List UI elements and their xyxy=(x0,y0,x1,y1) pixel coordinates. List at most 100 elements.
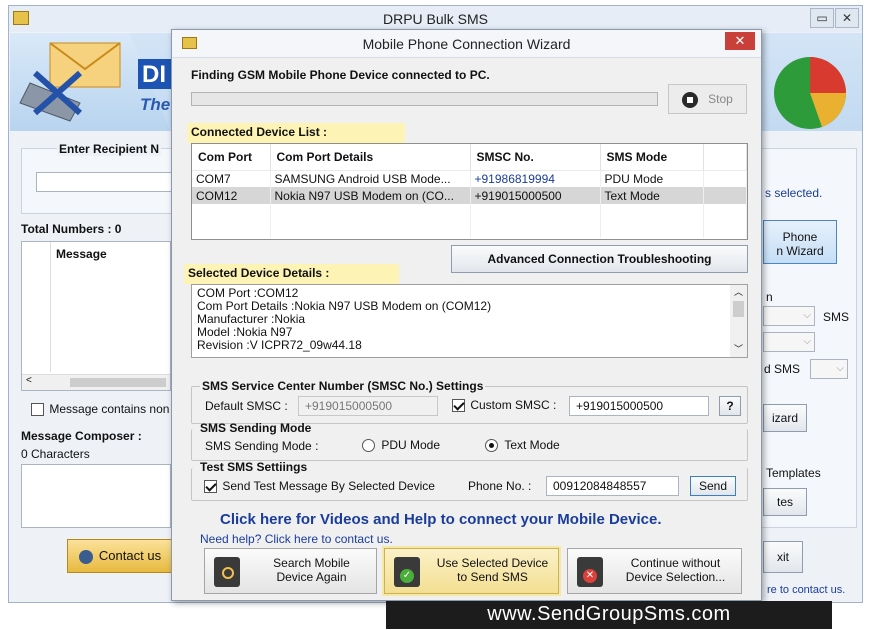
search-device-icon xyxy=(214,557,240,587)
col-smsc-no[interactable]: SMSC No. xyxy=(470,144,601,171)
text-mode-label: Text Mode xyxy=(504,438,560,452)
search-progress-bar xyxy=(191,92,658,106)
detail-revision: Revision :V ICPR72_09w44.18 xyxy=(197,338,362,352)
characters-count: 0 Characters xyxy=(21,447,90,461)
contact-link[interactable]: re to contact us. xyxy=(767,584,845,596)
recipient-input[interactable] xyxy=(36,172,176,192)
templates-button[interactable]: tes xyxy=(763,488,807,516)
smsc-settings-group: SMS Service Center Number (SMSC No.) Set… xyxy=(191,379,748,424)
stop-button[interactable]: Stop xyxy=(668,84,747,114)
selected-text: s selected. xyxy=(765,186,823,200)
wizard-title-bar: Mobile Phone Connection Wizard ✕ xyxy=(172,30,761,58)
cell-details: SAMSUNG Android USB Mode... xyxy=(270,170,471,187)
pdu-mode-label: PDU Mode xyxy=(381,438,441,452)
main-title: DRPU Bulk SMS xyxy=(382,11,489,27)
connection-wizard-dialog: Mobile Phone Connection Wizard ✕ Finding… xyxy=(171,29,762,601)
banner-text-1: DI xyxy=(142,61,166,88)
device-details-box[interactable]: COM Port :COM12 Com Port Details :Nokia … xyxy=(191,284,748,358)
advanced-troubleshooting-label: Advanced Connection Troubleshooting xyxy=(487,252,712,266)
message-contains-label: Message contains non xyxy=(49,402,170,416)
wizard-close-button[interactable]: ✕ xyxy=(725,32,755,50)
horizontal-scrollbar[interactable]: < xyxy=(22,374,170,390)
videos-help-link[interactable]: Click here for Videos and Help to connec… xyxy=(220,511,662,528)
device-row-com7[interactable]: COM7 SAMSUNG Android USB Mode... +919868… xyxy=(192,170,747,187)
advanced-troubleshooting-button[interactable]: Advanced Connection Troubleshooting xyxy=(451,245,748,273)
search-again-label-2: Device Again xyxy=(276,570,347,584)
col-com-port-details[interactable]: Com Port Details xyxy=(270,144,471,171)
custom-smsc-checkbox[interactable] xyxy=(452,399,465,413)
phone-no-label: Phone No. : xyxy=(468,479,532,493)
right-select-3[interactable]: ⌵ xyxy=(810,359,848,379)
smsc-help-button[interactable]: ? xyxy=(719,396,741,416)
exit-button-label: xit xyxy=(777,550,789,564)
search-again-label-1: Search Mobile xyxy=(273,556,350,570)
test-sms-group: Test SMS Settiings Send Test Message By … xyxy=(191,460,748,501)
cell-smsc: +919015000500 xyxy=(470,187,601,204)
col-sms-mode[interactable]: SMS Mode xyxy=(600,144,704,171)
scroll-down-icon[interactable]: ﹀ xyxy=(730,343,747,355)
wizard-title: Mobile Phone Connection Wizard xyxy=(362,36,571,52)
connected-list-label-text: Connected Device List : xyxy=(191,125,328,139)
message-contains-checkbox[interactable] xyxy=(31,403,44,417)
col-com-port[interactable]: Com Port xyxy=(192,144,271,171)
use-selected-device-button[interactable]: ✓ Use Selected Device to Send SMS xyxy=(384,548,559,594)
templates-label: Templates xyxy=(766,466,821,480)
default-smsc-input[interactable]: +919015000500 xyxy=(298,396,438,416)
phone-wizard-label-1: Phone xyxy=(782,230,818,244)
cell-smsc: +91986819994 xyxy=(470,170,601,187)
device-list-table[interactable]: Com Port Com Port Details SMSC No. SMS M… xyxy=(191,143,748,240)
scroll-left-icon[interactable]: < xyxy=(26,375,32,386)
cell-port: COM7 xyxy=(192,170,271,187)
text-mode-radio[interactable] xyxy=(485,439,498,453)
message-composer-label: Message Composer : xyxy=(21,429,142,443)
custom-smsc-label: Custom SMSC : xyxy=(470,398,557,412)
total-numbers-label: Total Numbers : 0 xyxy=(21,222,122,236)
contact-us-button[interactable]: Contact us xyxy=(67,539,173,573)
custom-smsc-input[interactable]: +919015000500 xyxy=(569,396,709,416)
device-table: Com Port Com Port Details SMSC No. SMS M… xyxy=(192,144,747,238)
sending-mode-legend: SMS Sending Mode xyxy=(200,421,312,435)
sending-mode-group: SMS Sending Mode SMS Sending Mode : PDU … xyxy=(191,421,748,461)
continue-without-device-button[interactable]: ✕ Continue without Device Selection... xyxy=(567,548,742,594)
phone-wizard-button[interactable]: Phone n Wizard xyxy=(763,220,837,264)
search-device-again-button[interactable]: Search Mobile Device Again xyxy=(204,548,377,594)
watermark-text: www.SendGroupSms.com xyxy=(487,603,731,625)
device-row-com12[interactable]: COM12 Nokia N97 USB Modem on (CO... +919… xyxy=(192,187,747,204)
enter-recipient-label: Enter Recipient N xyxy=(57,142,162,156)
pdu-mode-radio[interactable] xyxy=(362,439,375,453)
banner-text-2: The xyxy=(140,95,171,114)
test-sms-legend: Test SMS Settiings xyxy=(200,460,308,474)
message-composer-input[interactable] xyxy=(21,464,171,528)
continue-label-2: Device Selection... xyxy=(625,570,726,584)
use-device-icon: ✓ xyxy=(394,557,420,587)
contact-us-label: Contact us xyxy=(98,548,162,563)
send-test-button[interactable]: Send xyxy=(690,476,736,496)
exit-button[interactable]: xit xyxy=(763,541,803,573)
message-grid[interactable]: Message < xyxy=(21,241,171,391)
table-header-row: Com Port Com Port Details SMSC No. SMS M… xyxy=(192,144,747,171)
continue-label-1: Continue without xyxy=(630,556,721,570)
phone-no-input[interactable]: 00912084848557 xyxy=(546,476,679,496)
continue-device-icon: ✕ xyxy=(577,557,603,587)
scroll-up-icon[interactable]: ︿ xyxy=(730,285,747,299)
sms-label: SMS xyxy=(823,310,850,324)
details-vertical-scrollbar[interactable]: ︿ ﹀ xyxy=(730,285,747,357)
need-help-link[interactable]: Need help? Click here to contact us. xyxy=(200,532,393,546)
connected-list-label: Connected Device List : xyxy=(187,123,405,143)
send-test-checkbox[interactable] xyxy=(204,480,217,494)
right-select-2[interactable]: ⌵ xyxy=(763,332,815,352)
stop-icon xyxy=(682,91,699,108)
phone-wizard-label-2: n Wizard xyxy=(776,244,824,258)
use-selected-label-2: to Send SMS xyxy=(457,570,528,584)
templates-button-label: tes xyxy=(776,495,793,509)
right-select-1[interactable]: ⌵ xyxy=(763,306,815,326)
app-icon xyxy=(13,11,29,25)
izard-button[interactable]: izard xyxy=(763,404,807,432)
cell-port: COM12 xyxy=(192,187,271,204)
selected-details-label-text: Selected Device Details : xyxy=(188,266,330,280)
cell-mode: Text Mode xyxy=(600,187,704,204)
smsc-settings-legend: SMS Service Center Number (SMSC No.) Set… xyxy=(200,379,486,393)
main-close-button[interactable]: ✕ xyxy=(835,8,859,28)
d-sms-label: d SMS xyxy=(764,362,801,376)
main-maximize-button[interactable]: ▭ xyxy=(810,8,834,28)
